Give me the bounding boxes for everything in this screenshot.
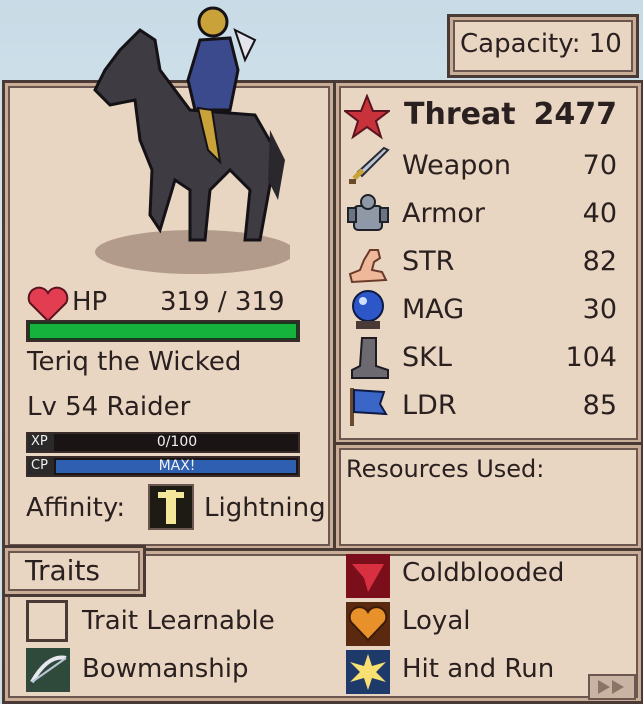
stat-value: 30 (582, 294, 617, 325)
unit-name: Teriq the Wicked (27, 347, 242, 377)
heart-icon (346, 602, 390, 646)
hp-label: HP (72, 287, 108, 317)
stat-label: SKL (402, 342, 452, 373)
sword-icon (349, 146, 390, 184)
resources-label: Resources Used: (346, 455, 545, 483)
horse-rider-sprite (93, 6, 290, 274)
hp-heart-icon (27, 286, 69, 323)
fast-forward-icon[interactable] (588, 674, 636, 700)
threat-label: Threat (404, 97, 516, 132)
armor-icon (347, 194, 389, 231)
trait-label: Bowmanship (82, 654, 249, 684)
threat-value: 2477 (533, 97, 618, 132)
arm-icon (348, 249, 388, 284)
flag-icon (350, 388, 388, 426)
coldblooded-icon (346, 554, 390, 598)
capacity-panel: Capacity: 10 (447, 14, 639, 78)
trait-label: Loyal (402, 606, 471, 636)
cp-bar: CP MAX! (26, 456, 300, 477)
affinity-label: Affinity: (26, 493, 126, 523)
stat-label: Armor (402, 198, 486, 229)
xp-text: 0/100 (156, 434, 198, 450)
stat-label: MAG (402, 294, 465, 325)
stat-value: 40 (582, 198, 617, 229)
stat-label: STR (402, 246, 455, 277)
xp-bar: XP 0/100 (26, 432, 300, 453)
unit-level-class: Lv 54 Raider (27, 392, 191, 422)
lightning-affinity-icon (148, 484, 194, 530)
hp-bar (26, 320, 300, 342)
trait-label: Hit and Run (402, 654, 555, 684)
burst-icon (346, 650, 390, 694)
resources-panel: Resources Used: (333, 442, 643, 552)
bow-icon (26, 648, 70, 692)
cp-tag: CP (28, 458, 54, 475)
stat-label: LDR (402, 390, 457, 421)
xp-tag: XP (28, 434, 54, 451)
stat-label: Weapon (402, 150, 512, 181)
empty-slot-icon (26, 600, 68, 642)
trait-label: Trait Learnable (82, 606, 275, 636)
trait-label: Coldblooded (402, 558, 565, 588)
capacity-label: Capacity: 10 (460, 29, 622, 59)
boot-icon (351, 337, 389, 379)
rider-quiver (233, 28, 257, 63)
rider-body (186, 36, 240, 112)
threat-star-icon (344, 94, 390, 140)
stat-value: 70 (582, 150, 617, 181)
stat-value: 85 (582, 390, 617, 421)
hp-value: 319 / 319 (160, 287, 285, 317)
stat-value: 104 (565, 342, 617, 373)
traits-title: Traits (25, 554, 101, 587)
rider-helmet (197, 6, 229, 38)
hp-bar-fill (30, 324, 296, 338)
horse-body (93, 28, 277, 242)
stat-value: 82 (582, 246, 617, 277)
traits-tab[interactable]: Traits (2, 545, 146, 597)
cp-text: MAX! (158, 458, 196, 474)
crystal-ball-icon (352, 290, 384, 329)
affinity-value: Lightning (204, 493, 326, 523)
